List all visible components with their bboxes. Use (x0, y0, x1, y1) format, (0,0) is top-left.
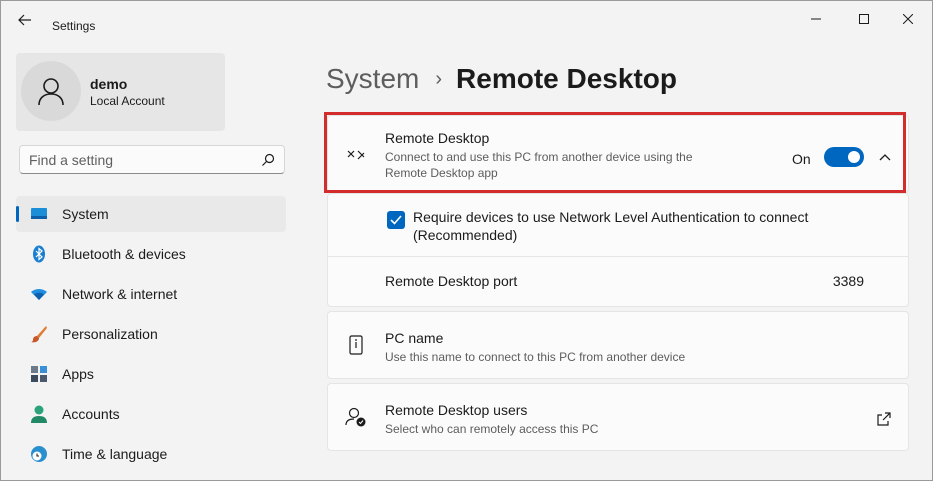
sidebar-item-accounts[interactable]: Accounts (16, 396, 286, 432)
user-profile[interactable]: demo Local Account (16, 53, 225, 131)
page-title: Remote Desktop (456, 63, 677, 94)
open-external-icon[interactable] (876, 411, 892, 427)
account-type: Local Account (90, 94, 165, 108)
sidebar-item-apps[interactable]: Apps (16, 356, 286, 392)
monitor-icon (30, 205, 48, 223)
sidebar-item-label: Accounts (62, 406, 120, 422)
title-bar: Settings (1, 1, 932, 37)
close-button[interactable] (885, 1, 931, 37)
active-indicator (16, 206, 19, 222)
card-title: Remote Desktop (385, 130, 490, 146)
minimize-button[interactable] (793, 1, 839, 37)
avatar (21, 61, 81, 121)
globe-clock-icon (30, 445, 48, 463)
remote-desktop-icon (345, 144, 367, 166)
breadcrumb: System › Remote Desktop (326, 59, 677, 99)
users-settings-icon (345, 406, 367, 428)
back-button[interactable] (13, 11, 37, 29)
user-name: demo (90, 76, 128, 92)
nla-checkbox-label: Require devices to use Network Level Aut… (413, 209, 809, 243)
wifi-icon (30, 285, 48, 303)
sidebar-item-time-language[interactable]: Time & language (16, 436, 286, 472)
search-icon[interactable] (260, 152, 276, 168)
checkmark-icon (390, 215, 402, 225)
brush-icon (30, 325, 48, 343)
remote-desktop-users-card[interactable]: Remote Desktop users Select who can remo… (327, 383, 909, 451)
sidebar-item-label: Time & language (62, 446, 168, 462)
maximize-button[interactable] (841, 1, 887, 37)
divider (328, 256, 908, 257)
breadcrumb-separator: › (435, 67, 443, 90)
settings-window: Settings demo Local Account Find a setti… (0, 0, 933, 481)
back-arrow-icon (18, 14, 31, 26)
minimize-icon (811, 18, 821, 20)
toggle-state-label: On (792, 151, 811, 167)
sidebar-item-label: Network & internet (62, 286, 178, 302)
card-title: Remote Desktop users (385, 402, 528, 418)
pc-name-card[interactable]: PC name Use this name to connect to this… (327, 311, 909, 379)
card-description: Use this name to connect to this PC from… (385, 350, 686, 364)
breadcrumb-parent[interactable]: System (326, 63, 419, 95)
remote-desktop-card[interactable]: Remote Desktop Connect to and use this P… (327, 115, 909, 193)
person-icon (30, 405, 48, 423)
sidebar-item-network[interactable]: Network & internet (16, 276, 286, 312)
nla-checkbox[interactable] (387, 211, 405, 229)
sidebar-nav: System Bluetooth & devices Network & int… (16, 196, 286, 476)
search-input[interactable] (29, 146, 249, 173)
apps-icon (30, 365, 48, 383)
window-title: Settings (52, 19, 96, 33)
sidebar-item-system[interactable]: System (16, 196, 286, 232)
pc-name-icon (345, 334, 367, 356)
toggle-knob (848, 151, 860, 163)
port-label: Remote Desktop port (385, 273, 518, 289)
card-title: PC name (385, 330, 444, 346)
sidebar-item-personalization[interactable]: Personalization (16, 316, 286, 352)
card-description: Connect to and use this PC from another … (385, 150, 693, 180)
maximize-icon (859, 14, 869, 24)
remote-desktop-settings-panel: Require devices to use Network Level Aut… (327, 193, 909, 307)
search-box (19, 145, 285, 174)
sidebar-item-label: Personalization (62, 326, 158, 342)
chevron-up-icon[interactable] (877, 149, 893, 165)
card-description: Select who can remotely access this PC (385, 422, 599, 436)
close-icon (903, 14, 913, 24)
bluetooth-icon (30, 245, 48, 263)
sidebar-item-label: Bluetooth & devices (62, 246, 186, 262)
port-value: 3389 (832, 273, 864, 289)
remote-desktop-toggle[interactable] (824, 147, 864, 167)
user-avatar-icon (38, 78, 64, 106)
sidebar-item-label: Apps (62, 366, 94, 382)
sidebar-item-bluetooth[interactable]: Bluetooth & devices (16, 236, 286, 272)
sidebar-item-label: System (62, 206, 109, 222)
